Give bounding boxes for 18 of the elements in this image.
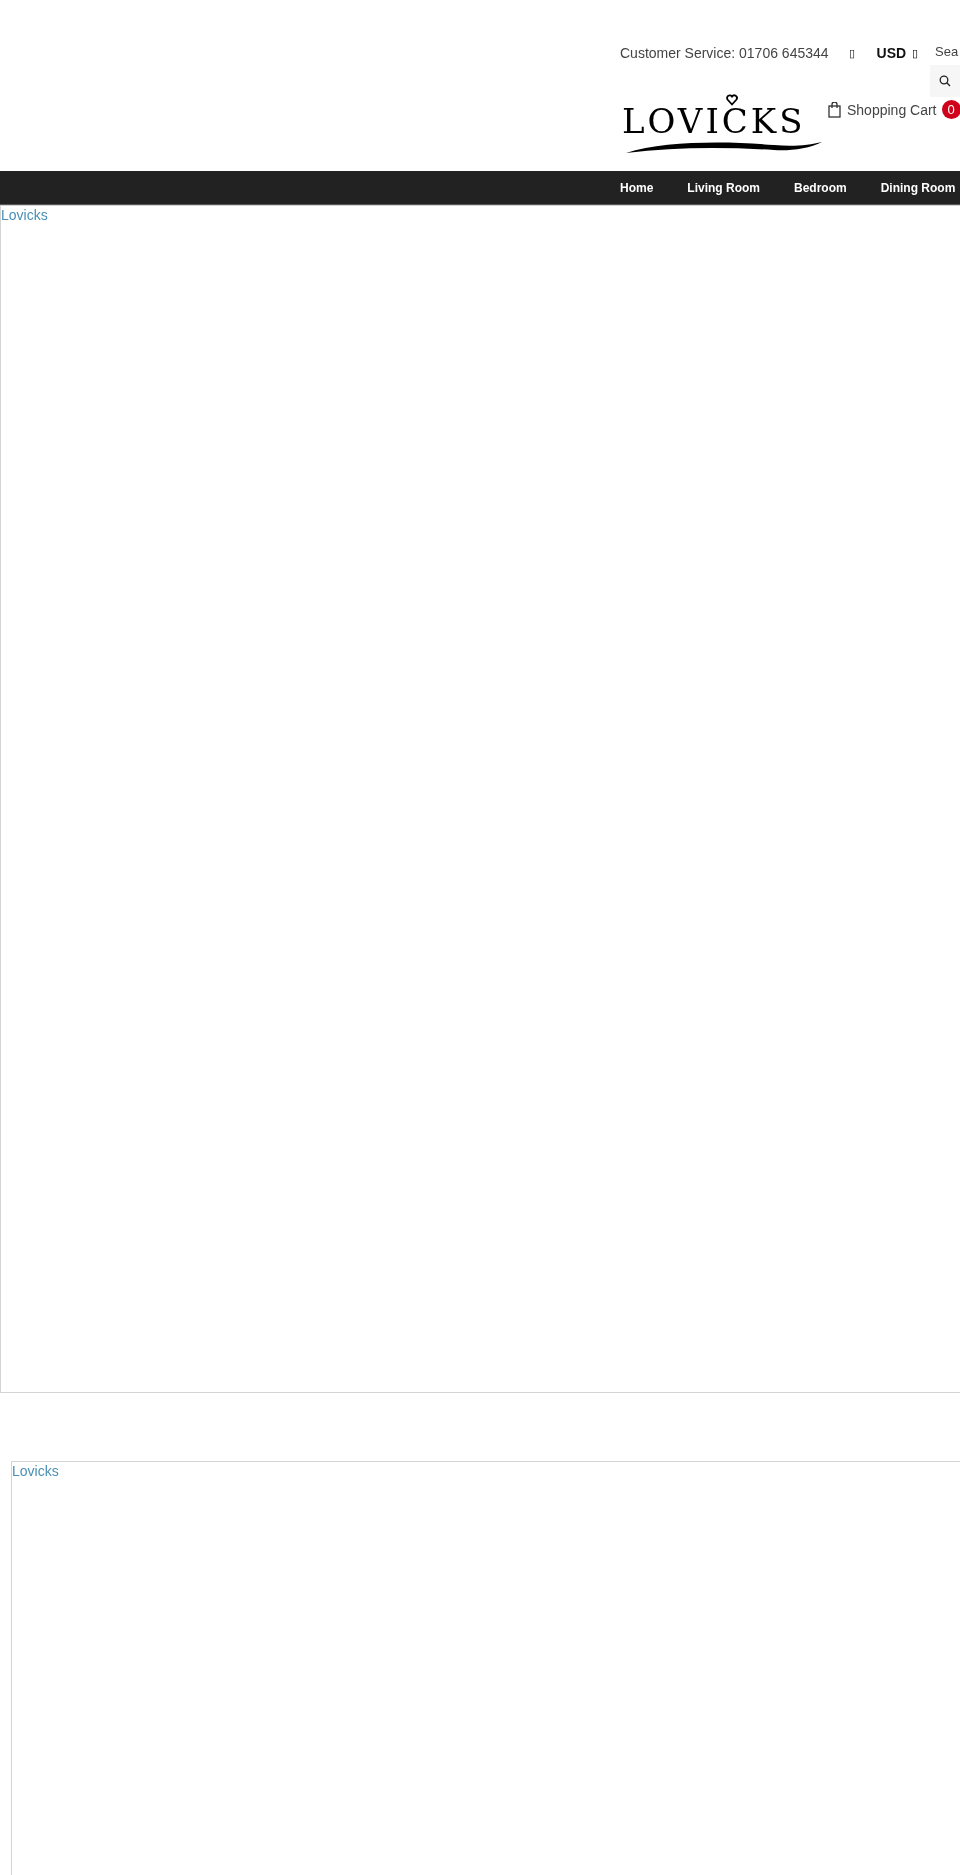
currency-selector[interactable]: USD [876, 45, 907, 61]
account-icon[interactable]: ▯ [848, 46, 855, 60]
cart-link[interactable]: Shopping Cart [847, 101, 937, 118]
nav-item[interactable]: Bedroom [794, 180, 847, 195]
frame-link[interactable]: Lovicks [12, 1463, 59, 1479]
heart-icon [726, 94, 738, 106]
frame-link[interactable]: Lovicks [1, 207, 48, 223]
nav-item[interactable]: Living Room [687, 180, 760, 195]
search-button[interactable] [930, 65, 960, 97]
search-icon [939, 75, 951, 87]
shopping-bag-icon[interactable] [828, 101, 841, 118]
nav-item[interactable]: Home [620, 180, 654, 195]
cart-count-badge: 0 [941, 100, 960, 119]
logo[interactable]: LOVICKS [622, 101, 806, 141]
caret-icon[interactable]: ▯ [912, 46, 919, 60]
search-field[interactable]: Sea [935, 44, 959, 59]
customer-service-text: Customer Service: 01706 645344 [620, 45, 829, 61]
nav-item[interactable]: Dining Room [880, 180, 956, 195]
